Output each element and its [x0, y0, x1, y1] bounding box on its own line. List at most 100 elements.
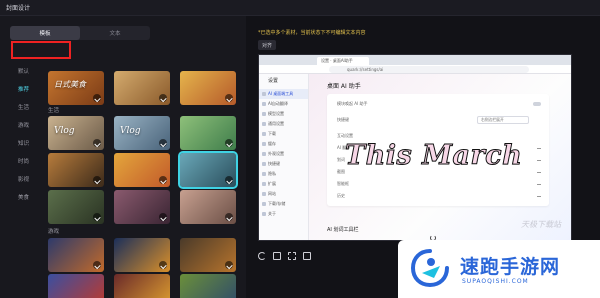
template-thumb[interactable]: [180, 190, 236, 224]
category-list: 默认 推荐 生活 游戏 知识 时尚 影视 美食: [0, 62, 40, 206]
category-item[interactable]: 默认: [0, 62, 40, 80]
thumb-caption: 日式美食: [54, 80, 86, 89]
setting-row: 模块唤起 AI 助手: [337, 101, 368, 106]
sidebar-item[interactable]: 外观设置: [259, 149, 308, 159]
highlight-box: [11, 41, 71, 59]
address-input[interactable]: quark://settings/ai: [329, 66, 529, 73]
template-thumb[interactable]: Vlog: [114, 116, 170, 150]
browser-urlbar: quark://settings/ai: [259, 65, 571, 74]
site-watermark: 天极下载站: [521, 220, 561, 229]
expand-icon[interactable]: [537, 196, 541, 197]
download-icon[interactable]: [159, 213, 167, 221]
undo-icon[interactable]: [258, 252, 266, 260]
window-titlebar: 封面设计: [0, 0, 600, 16]
thumb-caption: Vlog: [54, 126, 75, 136]
download-icon[interactable]: [159, 139, 167, 147]
template-panel: 模板 文本 默认 推荐 生活 游戏 知识 时尚 影视 美食 全部 日式美食 生活…: [0, 16, 246, 298]
expand-icon[interactable]: [537, 148, 541, 149]
category-item[interactable]: 游戏: [0, 116, 40, 134]
template-thumb[interactable]: [114, 238, 170, 272]
template-thumb[interactable]: Vlog: [48, 116, 104, 150]
sidebar-item[interactable]: 缓存: [259, 139, 308, 149]
sidebar-title: 设置: [268, 77, 279, 84]
download-icon[interactable]: [159, 261, 167, 269]
download-icon[interactable]: [93, 139, 101, 147]
cover-title-text[interactable]: This March: [344, 140, 522, 172]
expand-icon[interactable]: [537, 184, 541, 185]
template-thumb[interactable]: [180, 274, 236, 298]
category-item[interactable]: 知识: [0, 134, 40, 152]
sidebar-item[interactable]: 快捷键: [259, 159, 308, 169]
cover-preview: 设置 · 桌面AI助手 quark://settings/ai 设置 AI 桌面…: [258, 54, 572, 241]
category-item[interactable]: 时尚: [0, 152, 40, 170]
template-thumb[interactable]: [180, 238, 236, 272]
download-icon[interactable]: [225, 261, 233, 269]
browser-tab[interactable]: 设置 · 桌面AI助手: [317, 57, 369, 65]
template-thumb-selected[interactable]: [178, 151, 238, 189]
tab-template[interactable]: 模板: [10, 26, 80, 40]
sidebar-item[interactable]: 下载/存储: [259, 199, 308, 209]
sidebar-item[interactable]: 网站: [259, 189, 308, 199]
sidebar-item[interactable]: 隐私: [259, 169, 308, 179]
toggle-switch[interactable]: [533, 102, 541, 106]
template-thumb[interactable]: 日式美食: [48, 71, 104, 105]
setting-row: 划词: [337, 157, 345, 162]
brand-logo-icon: [410, 249, 449, 288]
category-item[interactable]: 推荐: [0, 80, 40, 98]
download-icon[interactable]: [93, 94, 101, 102]
align-button[interactable]: 对齐: [258, 40, 277, 50]
download-icon[interactable]: [93, 176, 101, 184]
section-title: AI 划词工具栏: [327, 227, 359, 233]
crop-icon[interactable]: [288, 252, 296, 260]
template-thumb[interactable]: [48, 190, 104, 224]
expand-icon[interactable]: [537, 172, 541, 173]
template-thumb[interactable]: [180, 116, 236, 150]
sidebar-item[interactable]: 通用设置: [259, 119, 308, 129]
setting-row: 历史: [337, 193, 345, 198]
setting-row: 智能框: [337, 181, 349, 186]
sidebar-item[interactable]: 关于: [259, 209, 308, 219]
sidebar-item[interactable]: 扩展: [259, 179, 308, 189]
template-thumb[interactable]: [114, 71, 170, 105]
template-thumb[interactable]: [114, 274, 170, 298]
download-icon[interactable]: [225, 139, 233, 147]
sidebar-mode-select[interactable]: 右侧边栏展开: [477, 116, 529, 124]
tab-text[interactable]: 文本: [80, 26, 150, 40]
sidebar-item[interactable]: AI自动翻译: [259, 99, 308, 109]
template-thumb[interactable]: [48, 238, 104, 272]
brand-watermark: 速跑手游网 SUPAOQISHI.COM: [398, 240, 600, 298]
settings-sidebar: 设置 AI 桌面端工具 AI自动翻译 模型设置 通用设置 下载 缓存 外观设置 …: [259, 74, 309, 240]
setting-row: 截图: [337, 169, 345, 174]
browser-tabbar: 设置 · 桌面AI助手: [259, 55, 571, 65]
image-icon[interactable]: [303, 252, 311, 260]
template-thumb[interactable]: [180, 71, 236, 105]
rotate-icon[interactable]: [273, 252, 281, 260]
template-thumb[interactable]: [48, 153, 104, 187]
download-icon[interactable]: [93, 261, 101, 269]
template-thumb[interactable]: [114, 190, 170, 224]
download-icon[interactable]: [225, 213, 233, 221]
category-item[interactable]: 影视: [0, 170, 40, 188]
template-thumb[interactable]: [114, 153, 170, 187]
edit-notice: *已选中多个素材，当前状态下不可编辑文本内容: [258, 30, 366, 36]
sidebar-item[interactable]: 模型设置: [259, 109, 308, 119]
sidebar-item[interactable]: AI 桌面端工具: [259, 89, 308, 99]
panel-tabs: 模板 文本: [10, 26, 150, 40]
expand-icon[interactable]: [537, 160, 541, 161]
section-label-life: 生活: [48, 108, 60, 114]
download-icon[interactable]: [93, 213, 101, 221]
template-thumb[interactable]: [48, 274, 104, 298]
window-title: 封面设计: [6, 5, 31, 12]
thumb-caption: Vlog: [120, 126, 141, 136]
category-item[interactable]: 生活: [0, 98, 40, 116]
download-icon[interactable]: [159, 94, 167, 102]
brand-domain: SUPAOQISHI.COM: [462, 278, 529, 285]
page-title: 桌面 AI 助手: [327, 83, 361, 90]
sidebar-item[interactable]: 下载: [259, 129, 308, 139]
preview-toolbar: [258, 252, 311, 260]
download-icon[interactable]: [225, 94, 233, 102]
download-icon[interactable]: [225, 176, 233, 184]
setting-row: 快捷键: [337, 117, 349, 122]
download-icon[interactable]: [159, 176, 167, 184]
category-item[interactable]: 美食: [0, 188, 40, 206]
